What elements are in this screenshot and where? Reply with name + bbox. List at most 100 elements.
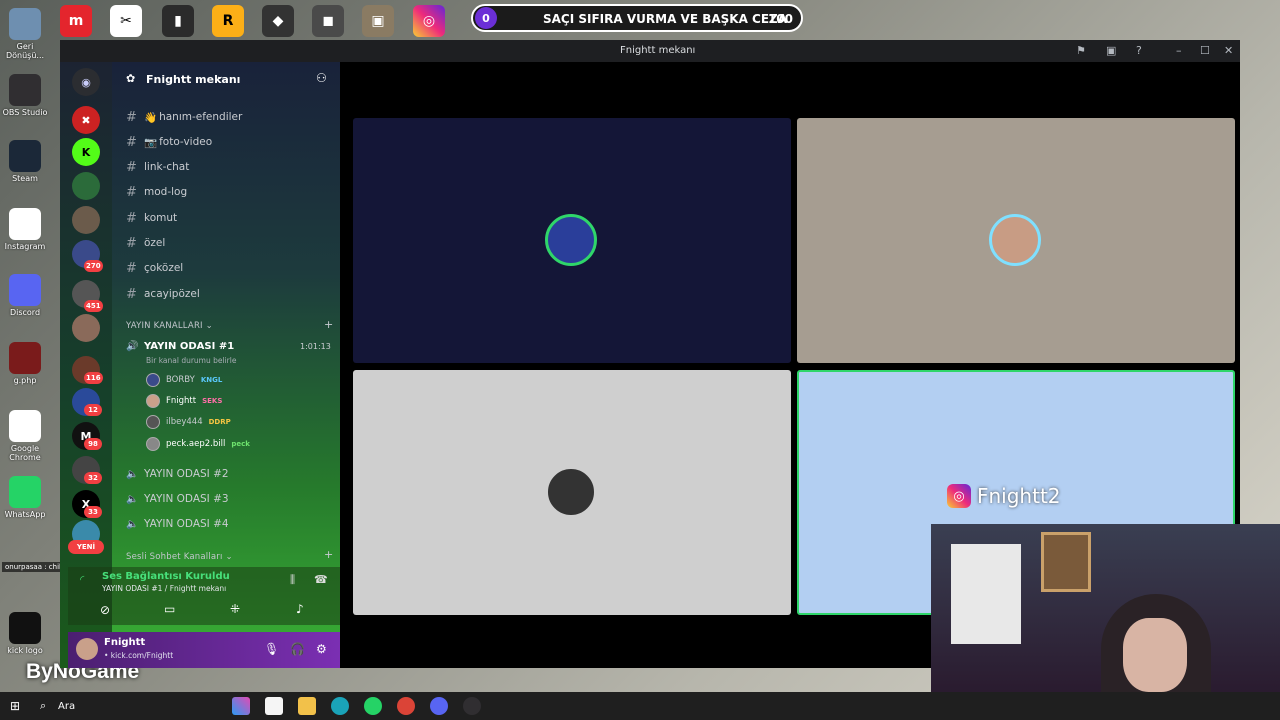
activities-icon[interactable]: ⁜	[230, 602, 240, 616]
settings-gear-icon[interactable]: ⚙	[316, 642, 327, 656]
participant-tile[interactable]	[797, 118, 1235, 363]
discord-home-icon[interactable]: ◉	[72, 68, 100, 96]
participant-tile[interactable]	[353, 370, 791, 615]
edge-icon[interactable]	[331, 697, 349, 715]
desktop-icon[interactable]: Google Chrome	[0, 410, 52, 462]
flag-icon[interactable]: ⚑	[1076, 44, 1086, 57]
channel-item[interactable]: # özel	[126, 233, 165, 253]
desktop-icon[interactable]: OBS Studio	[0, 74, 52, 117]
camera-off-icon[interactable]: ⊘	[100, 603, 110, 617]
desktop-icon[interactable]: WhatsApp	[0, 476, 52, 519]
add-member-icon[interactable]: ⚇	[316, 71, 327, 85]
active-voice-channel[interactable]: 🔊 YAYIN ODASI #1	[126, 336, 234, 356]
banner-title: SAÇI SIFIRA VURMA VE BAŞKA CEZA	[543, 12, 788, 26]
steam-icon	[9, 140, 41, 172]
user-panel: Fnightt • kick.com/Fnightt 🎙 🎧 ⚙	[68, 632, 340, 668]
voice-channel[interactable]: 🔈 YAYIN ODASI #4	[126, 514, 229, 534]
game-icon-3[interactable]: ◼	[312, 5, 344, 37]
file-explorer-icon[interactable]	[298, 697, 316, 715]
voice-icon: 🔊	[126, 340, 139, 352]
windows-start-icon[interactable]: ⊞	[10, 699, 20, 713]
avatar	[146, 415, 160, 429]
voice-user[interactable]: ilbey444 DDRP	[146, 413, 231, 431]
user-status: • kick.com/Fnightt	[104, 651, 174, 660]
game-icon[interactable]: ▮	[162, 5, 194, 37]
channel-item[interactable]: # link-chat	[126, 157, 189, 177]
category-voice[interactable]: Sesli Sohbet Kanalları ⌄	[126, 552, 233, 562]
hash-icon: #	[126, 286, 137, 302]
guild-header[interactable]: ✿ Fnightt mekanı ⌄ ⚇	[112, 62, 340, 94]
channel-item[interactable]: # çoközel	[126, 258, 183, 278]
new-label[interactable]: YENİ	[68, 540, 104, 554]
guild-name: Fnightt mekanı	[146, 73, 241, 86]
voice-user[interactable]: Fnightt SEKS	[146, 392, 222, 410]
server-badge: 451	[84, 300, 103, 312]
app-icon-red[interactable]: m	[60, 5, 92, 37]
channel-status-hint[interactable]: Bir kanal durumu belirle	[146, 356, 236, 365]
webcam-overlay	[931, 524, 1280, 692]
hash-icon: #	[126, 210, 137, 226]
channel-item[interactable]: # komut	[126, 208, 177, 228]
add-channel-icon[interactable]: +	[324, 318, 333, 331]
channel-item[interactable]: # acayipözel	[126, 284, 200, 304]
screen-share-icon[interactable]: ▭	[164, 602, 175, 616]
rockstar-icon[interactable]: R	[212, 5, 244, 37]
category-stream[interactable]: YAYIN KANALLARI ⌄	[126, 321, 213, 331]
desktop-icon[interactable]: Instagram	[0, 208, 52, 251]
channel-item[interactable]: # 👋 hanım-efendiler	[126, 107, 242, 127]
copilot-icon[interactable]	[232, 697, 250, 715]
participant-tile[interactable]	[353, 118, 791, 363]
webcam-jersey	[951, 544, 1021, 644]
desktop-icon[interactable]: Geri Dönüşü...	[0, 8, 52, 60]
server-icon[interactable]	[72, 314, 100, 342]
whatsapp-icon[interactable]	[364, 697, 382, 715]
voice-channel[interactable]: 🔈 YAYIN ODASI #2	[126, 464, 229, 484]
voice-status-subtitle[interactable]: YAYIN ODASI #1 / Fnightt mekanı	[102, 584, 226, 593]
search-icon[interactable]: ⌕	[40, 699, 46, 713]
taskbar-search-label[interactable]: Ara	[58, 701, 75, 712]
microphone-icon[interactable]: 🎙	[264, 642, 279, 656]
voice-user[interactable]: peck.aep2.bill peck	[146, 435, 250, 453]
desktop-icon[interactable]: g.php	[0, 342, 52, 385]
headphones-icon[interactable]: 🎧	[290, 642, 305, 656]
server-icon[interactable]	[72, 172, 100, 200]
minimize-button[interactable]: –	[1176, 44, 1182, 57]
avatar[interactable]	[76, 638, 98, 660]
chrome-icon	[9, 208, 41, 240]
hash-icon: #	[126, 109, 137, 125]
banner-right-value: 100	[767, 12, 793, 26]
recycle-bin-icon	[9, 8, 41, 40]
chrome-icon[interactable]	[397, 697, 415, 715]
game-icon-4[interactable]: ▣	[362, 5, 394, 37]
voice-channel[interactable]: 🔈 YAYIN ODASI #3	[126, 489, 229, 509]
taskbar: ⊞ ⌕ Ara	[0, 692, 1280, 720]
inbox-icon[interactable]: ▣	[1106, 44, 1116, 57]
desktop-icon[interactable]: Steam	[0, 140, 52, 183]
capcut-icon[interactable]: ✂	[110, 5, 142, 37]
desktop-icon[interactable]: Discord	[0, 274, 52, 317]
add-channel-icon[interactable]: +	[324, 548, 333, 561]
store-icon[interactable]	[265, 697, 283, 715]
voice-icon: 🔈	[126, 493, 139, 505]
voice-user[interactable]: BORBY KNGL	[146, 371, 222, 389]
game-icon-2[interactable]: ◆	[262, 5, 294, 37]
help-icon[interactable]: ?	[1136, 44, 1142, 57]
disconnect-icon[interactable]: ☎	[314, 573, 328, 586]
discord-taskbar-icon[interactable]	[430, 697, 448, 715]
server-badge: 33	[84, 506, 102, 518]
banner-left-value: 0	[475, 7, 497, 29]
channel-item[interactable]: # mod-log	[126, 182, 187, 202]
channel-item[interactable]: # 📷 foto-video	[126, 132, 212, 152]
instagram-icon[interactable]: ◎	[413, 5, 445, 37]
discord-icon	[9, 274, 41, 306]
soundboard-icon[interactable]: ⫼	[290, 573, 295, 587]
soundboard-button[interactable]: ♪	[296, 602, 304, 616]
close-button[interactable]: ✕	[1224, 44, 1233, 57]
server-icon[interactable]: ✖	[72, 106, 100, 134]
kick-server-icon[interactable]: K	[72, 138, 100, 166]
maximize-button[interactable]: ☐	[1200, 44, 1210, 57]
desktop-icon[interactable]: kick logo	[0, 612, 52, 655]
obs-taskbar-icon[interactable]	[463, 697, 481, 715]
server-icon[interactable]	[72, 206, 100, 234]
hash-icon: #	[126, 159, 137, 175]
